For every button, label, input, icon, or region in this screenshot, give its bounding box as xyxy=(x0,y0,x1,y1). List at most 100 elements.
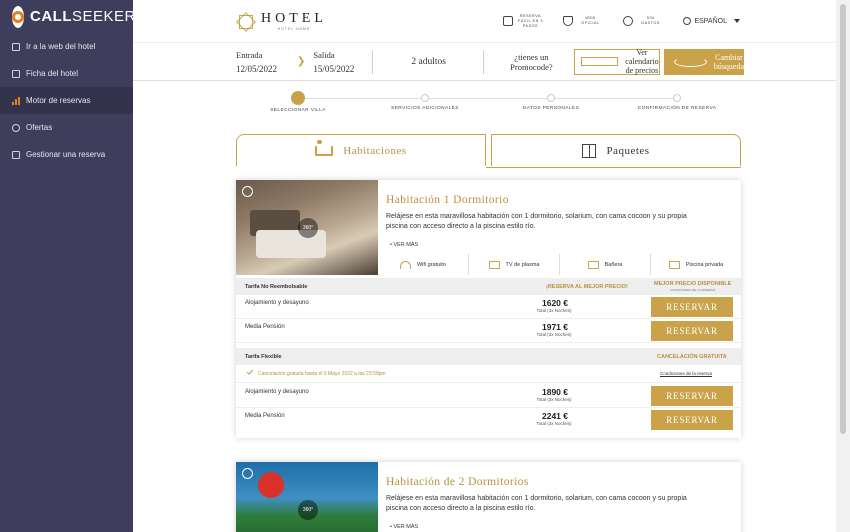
see-more-label: VER MÁS xyxy=(393,242,419,248)
free-cancel-label: CANCELACIÓN GRATUITA xyxy=(657,353,727,360)
tab-rooms[interactable]: Habitaciones xyxy=(236,134,486,166)
nav-label: RESERVA FÁCIL EN 3 PASOS xyxy=(517,13,543,28)
hotel-name: HOTEL xyxy=(261,11,327,26)
hotel-logo-icon xyxy=(235,11,255,31)
reserve-button[interactable]: RESERVAR xyxy=(651,386,733,406)
rate-row: Media Pensión 2241 € Total (3x Noches) R… xyxy=(236,409,741,432)
board-label: Media Pensión xyxy=(245,413,285,419)
zoom-icon[interactable] xyxy=(242,186,253,197)
best-price-label: ¡RESERVA AL MEJOR PRECIO! xyxy=(546,283,628,290)
nav-label: SIN GASTOS xyxy=(641,16,660,25)
amenity-tv: TV de plasma xyxy=(468,254,559,275)
refresh-icon xyxy=(674,56,708,67)
room-photo[interactable]: 360° xyxy=(236,462,378,532)
guests-selector[interactable]: 2 adultos xyxy=(411,57,471,67)
room-title: Habitación 1 Dormitorio xyxy=(386,194,509,206)
hotel-brand[interactable]: HOTEL HOTEL NAME xyxy=(235,11,327,31)
checkout-value: 15/05/2022 xyxy=(313,63,355,74)
room-description: Relájese en esta maravillosa habitación … xyxy=(386,213,687,230)
checkout-date[interactable]: Salida 15/05/2022 xyxy=(313,50,354,74)
callseeker-logo[interactable]: CALLSEEKER xyxy=(0,0,136,33)
language-label: ESPAÑOL xyxy=(694,17,727,25)
reserve-button[interactable]: RESERVAR xyxy=(651,410,733,430)
piggy-bank-icon xyxy=(623,16,634,26)
board-label: Alojamiento y desayuno xyxy=(245,300,309,306)
checkin-date[interactable]: Entrada 12/05/2022 xyxy=(236,50,277,74)
sidebar-item-booking-engine[interactable]: Motor de reservas xyxy=(0,87,133,114)
rate-name: Tarifa Flexible xyxy=(245,353,282,360)
wifi-icon xyxy=(399,260,411,269)
tab-underline xyxy=(486,167,741,168)
free-cancellation-row: Cancelación gratuita hasta el 9 Mayo 202… xyxy=(236,365,741,383)
step-confirmation: CONFIRMACIÓN DE RESERVA xyxy=(622,91,732,111)
tab-packages[interactable]: Paquetes xyxy=(491,134,741,166)
see-more-link[interactable]: • VER MÁS xyxy=(390,242,418,248)
logo-text: CALLSEEKER xyxy=(30,8,136,25)
scrollbar[interactable] xyxy=(836,0,850,532)
reserve-button[interactable]: RESERVAR xyxy=(651,321,733,341)
bed-icon xyxy=(291,91,305,105)
checkin-value: 12/05/2022 xyxy=(236,63,278,74)
main-content: HOTEL HOTEL NAME RESERVA FÁCIL EN 3 PASO… xyxy=(133,0,836,532)
price-sub: Total (3x Noches) xyxy=(536,332,572,337)
percent-icon xyxy=(12,123,20,132)
chevron-right-icon: ❯ xyxy=(297,56,306,67)
list-icon xyxy=(12,150,20,159)
sidebar-item-hotel-info[interactable]: Ficha del hotel xyxy=(0,60,133,87)
checkin-label: Entrada xyxy=(236,49,263,60)
step-label: DATOS PERSONALES xyxy=(522,106,580,111)
tab-label: Paquetes xyxy=(606,144,650,157)
step-additional-services: SERVICIOS ADICIONALES xyxy=(370,91,480,111)
zoom-icon[interactable] xyxy=(242,468,253,479)
amenity-label: Wifi gratuito xyxy=(416,261,447,268)
rate-row: Alojamiento y desayuno 1620 € Total (3x … xyxy=(236,296,741,319)
step-label: SELECCIONAR VILLA xyxy=(270,108,326,113)
shield-icon xyxy=(563,16,574,26)
view-360-icon[interactable]: 360° xyxy=(298,218,318,238)
bathtub-icon xyxy=(587,260,599,269)
gift-icon xyxy=(582,143,597,158)
nav-official-web: WEB OFICIAL xyxy=(563,16,603,26)
check-icon xyxy=(246,368,254,375)
see-more-link[interactable]: • VER MÁS xyxy=(390,524,418,530)
price: 1890 € xyxy=(542,387,568,397)
sidebar-item-offers[interactable]: Ofertas xyxy=(0,114,133,141)
room-photo[interactable]: 360° xyxy=(236,180,378,275)
amenity-label: Piscina privada xyxy=(685,261,724,268)
tab-label: Habitaciones xyxy=(343,144,407,157)
search-bar: Entrada 12/05/2022 ❯ Salida 15/05/2022 2… xyxy=(133,43,836,81)
price: 1971 € xyxy=(542,322,568,332)
calendar-icon xyxy=(581,57,619,66)
price: 1620 € xyxy=(542,298,568,308)
scrollbar-thumb[interactable] xyxy=(840,4,846,434)
chevron-down-icon xyxy=(734,19,740,23)
language-selector[interactable]: ESPAÑOL xyxy=(683,17,740,25)
logo-call: CALL xyxy=(30,8,72,25)
rate-row: Media Pensión 1971 € Total (3x Noches) R… xyxy=(236,320,741,343)
price: 2241 € xyxy=(542,411,568,421)
bed-icon xyxy=(315,139,334,156)
price-sub: Total (3x Noches) xyxy=(536,421,572,426)
best-available-sub: CONDICIONES DE LA RESERVA xyxy=(669,287,716,292)
view-360-icon[interactable]: 360° xyxy=(298,500,318,520)
change-search-button[interactable]: Cambiar búsqueda xyxy=(664,48,745,75)
promocode-link[interactable]: ¿tienes un Promocode? xyxy=(506,52,556,72)
calendar-check-icon xyxy=(503,16,514,26)
rate-header-flexible: Tarifa Flexible CANCELACIÓN GRATUITA xyxy=(236,348,741,365)
header-nav: RESERVA FÁCIL EN 3 PASOS WEB OFICIAL SIN… xyxy=(483,14,740,29)
price-calendar-button[interactable]: Ver calendario de precios xyxy=(574,48,661,75)
divider xyxy=(483,49,485,74)
amenity-bathtub: Bañera xyxy=(559,254,650,275)
reserve-button[interactable]: RESERVAR xyxy=(651,297,733,317)
sidebar-item-manage-booking[interactable]: Gestionar una reserva xyxy=(0,141,133,168)
conditions-link[interactable]: Condiciones de la reserva xyxy=(660,371,712,376)
sidebar-item-hotel-web[interactable]: Ir a la web del hotel xyxy=(0,33,133,60)
document-icon xyxy=(12,69,20,78)
bar-chart-icon xyxy=(12,96,20,105)
best-available-label: MEJOR PRECIO DISPONIBLE CONDICIONES DE LA… xyxy=(654,281,731,293)
board-label: Alojamiento y desayuno xyxy=(245,389,309,395)
pool-icon xyxy=(668,260,680,269)
amenity-pool: Piscina privada xyxy=(650,254,741,275)
nav-no-fees: SIN GASTOS xyxy=(623,16,663,26)
photo-flower xyxy=(258,472,284,498)
